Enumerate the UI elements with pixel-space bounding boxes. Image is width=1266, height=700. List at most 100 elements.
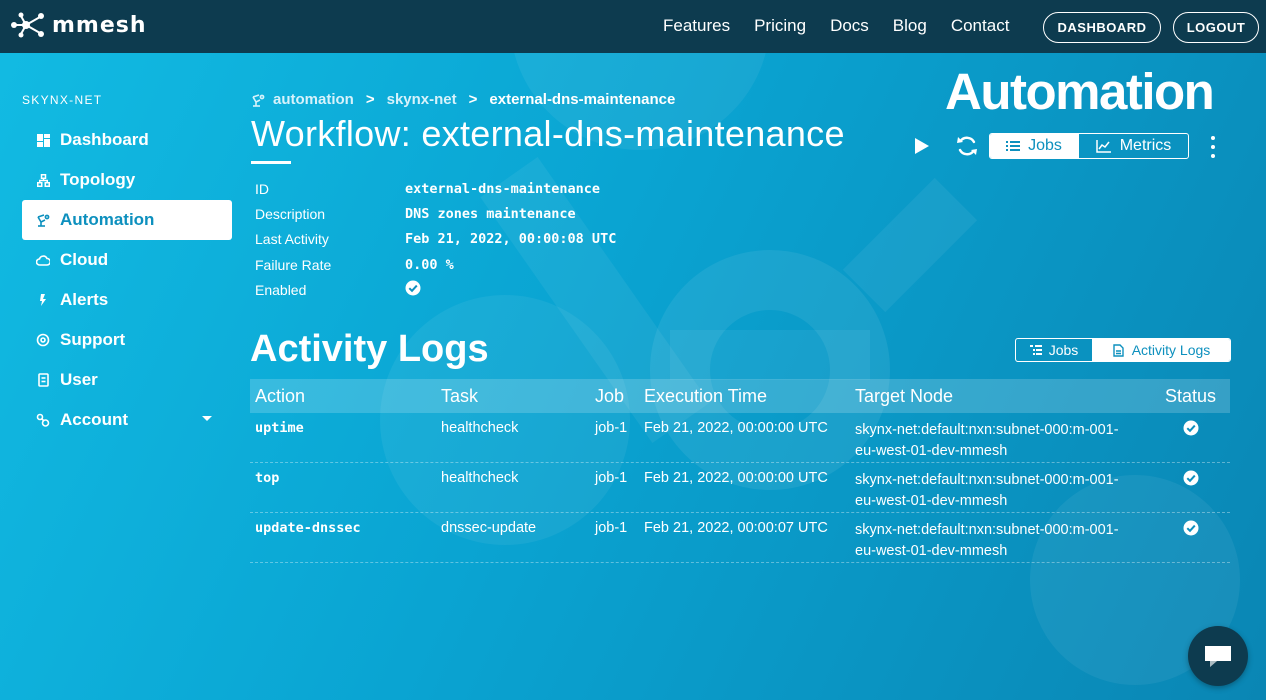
play-icon xyxy=(915,138,929,154)
detail-label: Failure Rate xyxy=(255,256,332,273)
column-header-target-node[interactable]: Target Node xyxy=(855,386,1151,407)
cell-job: job-1 xyxy=(595,420,628,436)
tab-label: Activity Logs xyxy=(1131,342,1211,358)
top-navigation-bar: mmesh Features Pricing Docs Blog Contact… xyxy=(0,0,1266,53)
detail-row-failure-rate: Failure Rate 0.00 % xyxy=(255,252,616,277)
nav-link-pricing[interactable]: Pricing xyxy=(754,16,806,36)
detail-value: external-dns-maintenance xyxy=(405,180,601,197)
nav-link-blog[interactable]: Blog xyxy=(893,16,927,36)
support-icon xyxy=(36,333,50,347)
cell-task: healthcheck xyxy=(441,420,519,436)
sidebar-item-label: Automation xyxy=(60,210,155,229)
column-header-job[interactable]: Job xyxy=(595,386,644,407)
cell-target-node: skynx-net:default:nxn:subnet-000:m-001- e… xyxy=(855,520,1151,562)
detail-row-last-activity: Last Activity Feb 21, 2022, 00:00:08 UTC xyxy=(255,227,616,252)
detail-label: Last Activity xyxy=(255,231,329,248)
automation-icon xyxy=(36,213,50,227)
alerts-icon xyxy=(36,293,50,307)
sidebar-item-user[interactable]: User xyxy=(22,360,232,400)
chat-icon xyxy=(1205,646,1231,667)
main-nav-links: Features Pricing Docs Blog Contact xyxy=(663,16,1033,36)
breadcrumb-separator: > xyxy=(365,91,375,108)
column-header-execution-time[interactable]: Execution Time xyxy=(644,386,855,407)
document-icon xyxy=(1113,343,1124,357)
user-icon xyxy=(36,373,50,387)
dashboard-button[interactable]: DASHBOARD xyxy=(1043,12,1161,43)
sidebar-item-topology[interactable]: Topology xyxy=(22,160,232,200)
cell-job: job-1 xyxy=(595,470,628,486)
cell-action: top xyxy=(255,470,280,486)
mmesh-logo[interactable]: mmesh xyxy=(10,10,147,40)
sidebar-item-automation[interactable]: Automation xyxy=(22,200,232,240)
detail-label: ID xyxy=(255,180,269,197)
cloud-icon xyxy=(36,253,50,267)
cell-target-node: skynx-net:default:nxn:subnet-000:m-001- e… xyxy=(855,470,1151,512)
table-row[interactable]: top healthcheck job-1 Feb 21, 2022, 00:0… xyxy=(250,463,1230,513)
nav-link-docs[interactable]: Docs xyxy=(830,16,869,36)
detail-row-enabled: Enabled xyxy=(255,277,616,302)
page-heading: Automation xyxy=(945,63,1215,120)
sidebar-item-alerts[interactable]: Alerts xyxy=(22,280,232,320)
sidebar-item-support[interactable]: Support xyxy=(22,320,232,360)
logout-button[interactable]: LOGOUT xyxy=(1173,12,1259,43)
sidebar-item-label: Alerts xyxy=(60,290,109,309)
sidebar-item-cloud[interactable]: Cloud xyxy=(22,240,232,280)
tab-metrics[interactable]: Metrics xyxy=(1078,134,1188,158)
node-line: skynx-net:default:nxn:subnet-000:m-001- xyxy=(855,472,1119,488)
column-header-task[interactable]: Task xyxy=(441,386,595,407)
breadcrumb-automation[interactable]: automation xyxy=(273,91,354,108)
chevron-down-icon[interactable] xyxy=(202,416,212,421)
tab-label: Metrics xyxy=(1119,137,1172,154)
column-header-action[interactable]: Action xyxy=(250,386,441,407)
sidebar-item-account[interactable]: Account xyxy=(22,400,232,440)
tab-label: Jobs xyxy=(1028,137,1062,154)
tree-list-icon xyxy=(1029,345,1042,355)
refresh-icon xyxy=(957,136,977,156)
tab-activity-logs[interactable]: Activity Logs xyxy=(1092,339,1230,361)
workflow-title: Workflow: external-dns-maintenance xyxy=(251,113,845,154)
cell-task: healthcheck xyxy=(441,470,519,486)
cell-action: update-dnssec xyxy=(255,520,361,536)
breadcrumb-separator: > xyxy=(468,91,478,108)
automation-icon xyxy=(251,93,265,107)
cell-target-node: skynx-net:default:nxn:subnet-000:m-001- e… xyxy=(855,420,1151,462)
sidebar-item-label: Support xyxy=(60,330,126,349)
workflow-view-toggle: Jobs Metrics xyxy=(989,133,1189,159)
run-workflow-button[interactable] xyxy=(912,134,932,163)
cell-execution-time: Feb 21, 2022, 00:00:00 UTC xyxy=(644,420,828,436)
table-row[interactable]: uptime healthcheck job-1 Feb 21, 2022, 0… xyxy=(250,413,1230,463)
more-options-icon[interactable] xyxy=(1205,136,1221,158)
status-check-icon xyxy=(1151,470,1230,486)
nav-link-features[interactable]: Features xyxy=(663,16,730,36)
list-icon xyxy=(1006,141,1021,151)
detail-label: Description xyxy=(255,205,326,222)
sidebar-item-label: Account xyxy=(60,410,128,429)
node-line: skynx-net:default:nxn:subnet-000:m-001- xyxy=(855,522,1119,538)
sidebar-item-label: Topology xyxy=(60,170,136,189)
table-row[interactable]: update-dnssec dnssec-update job-1 Feb 21… xyxy=(250,513,1230,563)
chat-button[interactable] xyxy=(1188,626,1248,686)
tab-label: Jobs xyxy=(1048,342,1079,358)
cell-job: job-1 xyxy=(595,520,628,536)
column-header-status[interactable]: Status xyxy=(1151,386,1230,407)
network-label: SKYNX-NET xyxy=(22,93,103,107)
tab-jobs[interactable]: Jobs xyxy=(1016,339,1092,361)
activity-logs-title: Activity Logs xyxy=(250,328,489,370)
breadcrumb-network[interactable]: skynx-net xyxy=(387,91,457,108)
enabled-check-icon xyxy=(405,280,421,300)
tab-jobs[interactable]: Jobs xyxy=(990,134,1078,158)
activity-view-toggle: Jobs Activity Logs xyxy=(1015,338,1231,362)
nav-link-contact[interactable]: Contact xyxy=(951,16,1010,36)
account-icon xyxy=(36,413,50,427)
refresh-button[interactable] xyxy=(954,133,980,164)
detail-row-description: Description DNS zones maintenance xyxy=(255,201,616,226)
topology-icon xyxy=(36,173,50,187)
detail-row-id: ID external-dns-maintenance xyxy=(255,176,616,201)
sidebar-item-dashboard[interactable]: Dashboard xyxy=(22,120,232,160)
node-line: eu-west-01-dev-mmesh xyxy=(855,543,1008,559)
sidebar-item-label: User xyxy=(60,370,98,389)
cell-task: dnssec-update xyxy=(441,520,537,536)
detail-value: DNS zones maintenance xyxy=(405,205,576,222)
mmesh-logo-icon xyxy=(11,12,44,38)
status-check-icon xyxy=(1151,520,1230,536)
